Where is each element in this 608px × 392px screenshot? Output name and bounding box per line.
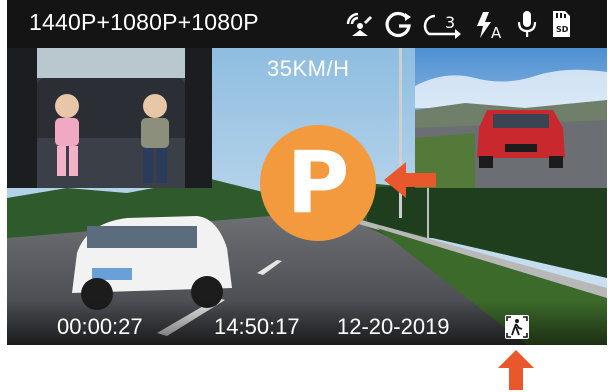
interior-scene bbox=[7, 48, 212, 188]
rear-camera-view[interactable] bbox=[415, 48, 607, 188]
parking-mode-badge: P bbox=[260, 125, 376, 241]
gps-satellite-icon bbox=[341, 8, 375, 40]
status-bar: 1440P+1080P+1080P 3 A SD bbox=[7, 0, 607, 48]
auto-flash-icon: A bbox=[471, 8, 505, 40]
microphone-icon bbox=[514, 8, 540, 40]
g-sensor-icon bbox=[382, 8, 414, 40]
clock-time: 14:50:17 bbox=[214, 314, 300, 339]
up-pointer-arrow-icon bbox=[498, 350, 534, 390]
parking-letter: P bbox=[286, 133, 350, 233]
loop-minutes-label: 3 bbox=[445, 13, 455, 32]
rear-scene bbox=[415, 48, 607, 188]
speed-readout: 35KM/H bbox=[267, 56, 350, 81]
date-label: 12-20-2019 bbox=[337, 314, 450, 339]
flash-mode-label: A bbox=[491, 24, 502, 40]
loop-recording-3min-icon: 3 bbox=[421, 8, 465, 40]
interior-camera-view[interactable] bbox=[7, 48, 212, 188]
sd-card-icon: SD bbox=[547, 8, 575, 40]
left-pointer-arrow-icon bbox=[384, 162, 436, 198]
dashcam-screen: 1440P+1080P+1080P 3 A SD 35KM/H P 00:00:… bbox=[7, 0, 607, 345]
elapsed-time: 00:00:27 bbox=[57, 314, 143, 339]
pedestrian-detect-icon bbox=[505, 315, 529, 339]
sd-card-label: SD bbox=[556, 25, 569, 34]
resolution-label: 1440P+1080P+1080P bbox=[29, 9, 259, 35]
